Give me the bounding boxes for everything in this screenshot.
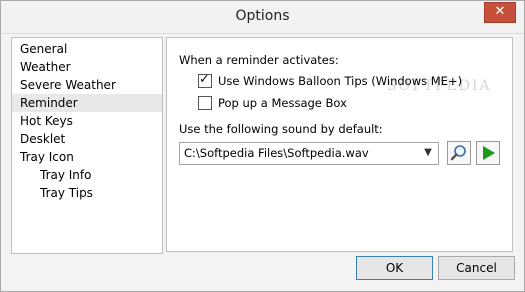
sound-heading: Use the following sound by default: — [179, 122, 383, 136]
nav-item-reminder[interactable]: Reminder — [12, 94, 162, 112]
category-list: General Weather Severe Weather Reminder Hot … — [11, 37, 163, 254]
message-box-option[interactable]: Pop up a Message Box — [198, 95, 347, 111]
nav-item-general[interactable]: General — [12, 40, 162, 58]
nav-item-desklet[interactable]: Desklet — [12, 130, 162, 148]
nav-item-tray-info[interactable]: Tray Info — [12, 166, 162, 184]
nav-item-tray-icon[interactable]: Tray Icon — [12, 148, 162, 166]
play-icon — [483, 146, 495, 160]
sound-file-value: C:\Softpedia Files\Softpedia.wav — [184, 146, 369, 160]
balloon-tips-checkbox[interactable] — [198, 72, 212, 88]
balloon-tips-option[interactable]: Use Windows Balloon Tips (Windows ME+) — [198, 72, 463, 89]
message-box-label: Pop up a Message Box — [218, 96, 347, 110]
cancel-button[interactable]: Cancel — [438, 256, 515, 280]
chevron-down-icon[interactable]: ▼ — [421, 146, 435, 160]
browse-sound-button[interactable] — [447, 141, 471, 165]
options-window: Options ✕ General Weather Severe Weather Re… — [0, 0, 525, 292]
window-title: Options — [235, 8, 290, 24]
close-button[interactable]: ✕ — [484, 2, 516, 23]
play-sound-button[interactable] — [476, 141, 500, 165]
title-bar: Options ✕ — [1, 1, 524, 34]
message-box-checkbox[interactable] — [198, 96, 212, 110]
magnifier-icon — [450, 145, 466, 161]
nav-item-weather[interactable]: Weather — [12, 58, 162, 76]
reminder-panel: SOFTPEDIA When a reminder activates: Use… — [166, 37, 513, 252]
reminder-heading: When a reminder activates: — [179, 53, 339, 67]
sound-file-combo[interactable]: C:\Softpedia Files\Softpedia.wav ▼ — [179, 142, 439, 165]
ok-button[interactable]: OK — [356, 256, 433, 280]
nav-item-tray-tips[interactable]: Tray Tips — [12, 184, 162, 202]
nav-item-hot-keys[interactable]: Hot Keys — [12, 112, 162, 130]
nav-item-severe-weather[interactable]: Severe Weather — [12, 76, 162, 94]
balloon-tips-label: Use Windows Balloon Tips (Windows ME+) — [218, 74, 463, 88]
